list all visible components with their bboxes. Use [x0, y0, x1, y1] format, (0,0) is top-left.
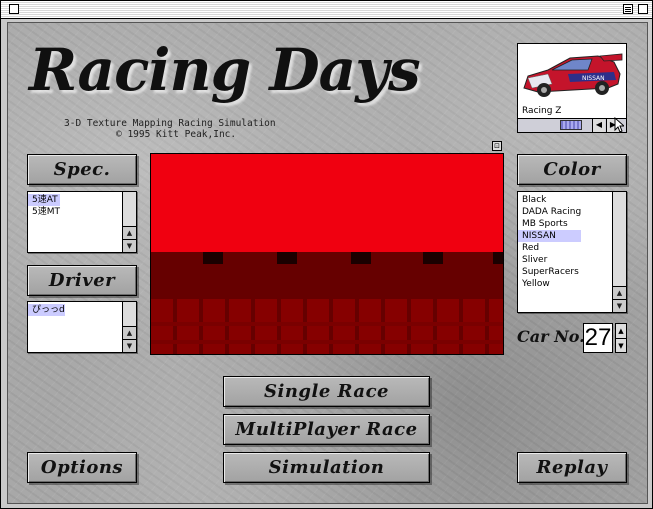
zoom-box-icon[interactable]: [623, 4, 633, 14]
list-item[interactable]: 5速MT: [28, 206, 60, 218]
spec-button[interactable]: Spec.: [27, 154, 137, 185]
title-bar[interactable]: [1, 1, 652, 19]
car-livery-text: NISSAN: [582, 75, 605, 82]
list-item[interactable]: DADA Racing: [518, 206, 581, 218]
car-name: Racing Z: [522, 106, 562, 116]
list-item[interactable]: NISSAN: [518, 230, 582, 242]
color-list-scrollbar[interactable]: ▲ ▼: [612, 192, 626, 312]
car-preview: NISSAN Racing Z ◀ ▶: [517, 43, 627, 133]
color-button[interactable]: Color: [517, 154, 627, 185]
driver-list-scrollbar[interactable]: ▲ ▼: [122, 302, 136, 352]
track-marker: [203, 252, 223, 264]
car-number-stepper[interactable]: ▲ ▼: [615, 323, 627, 353]
car-selector-thumb[interactable]: [560, 120, 582, 130]
single-race-button[interactable]: Single Race: [223, 376, 430, 407]
stepper-up-icon[interactable]: ▲: [616, 324, 626, 338]
track-line: [151, 322, 503, 326]
scroll-down-icon[interactable]: ▼: [123, 339, 136, 352]
list-item[interactable]: Sliver: [518, 254, 581, 266]
list-item[interactable]: 5速AT: [28, 194, 60, 206]
close-box-icon[interactable]: [9, 4, 19, 14]
list-item[interactable]: Yellow: [518, 278, 581, 290]
app-copyright: © 1995 Kitt Peak,Inc.: [116, 129, 237, 140]
multiplayer-race-button[interactable]: MultiPlayer Race: [223, 414, 430, 445]
car-number-label: Car No.: [517, 327, 585, 346]
list-item[interactable]: ぴっっd: [28, 304, 65, 316]
collapse-box-icon[interactable]: [638, 4, 648, 14]
resize-corner-icon[interactable]: ⊡: [492, 141, 502, 151]
color-list[interactable]: Black DADA Racing MB Sports NISSAN Red Sliver…: [517, 191, 627, 313]
track-marker: [351, 252, 371, 264]
track-preview: [150, 153, 504, 355]
stepper-down-icon[interactable]: ▼: [616, 338, 626, 353]
spec-list[interactable]: 5速AT 5速MT ▲ ▼: [27, 191, 137, 253]
scroll-left-icon[interactable]: ◀: [592, 119, 605, 132]
scroll-down-icon[interactable]: ▼: [123, 239, 136, 252]
list-item[interactable]: Red: [518, 242, 581, 254]
simulation-button[interactable]: Simulation: [223, 452, 430, 483]
driver-list[interactable]: ぴっっd ▲ ▼: [27, 301, 137, 353]
mouse-cursor-icon: [614, 117, 624, 133]
app-subtitle: 3-D Texture Mapping Racing Simulation: [64, 118, 276, 129]
replay-button[interactable]: Replay: [517, 452, 627, 483]
scroll-up-icon[interactable]: ▲: [123, 226, 136, 239]
scroll-up-icon[interactable]: ▲: [613, 286, 626, 299]
options-button[interactable]: Options: [27, 452, 137, 483]
track-marker: [277, 252, 297, 264]
track-stripes: [151, 299, 503, 354]
scroll-up-icon[interactable]: ▲: [123, 326, 136, 339]
car-selector-scrollbar[interactable]: ◀ ▶: [518, 118, 626, 132]
scroll-down-icon[interactable]: ▼: [613, 299, 626, 312]
main-window: Racing Days 3-D Texture Mapping Racing S…: [0, 0, 653, 509]
list-item[interactable]: SuperRacers: [518, 266, 581, 278]
spec-list-scrollbar[interactable]: ▲ ▼: [122, 192, 136, 252]
track-marker: [493, 252, 503, 264]
app-logo: Racing Days: [29, 36, 421, 104]
car-image: NISSAN: [523, 53, 623, 97]
track-line: [151, 340, 503, 344]
list-item[interactable]: Black: [518, 194, 581, 206]
list-item[interactable]: MB Sports: [518, 218, 581, 230]
car-number-field[interactable]: 27: [583, 323, 613, 353]
driver-button[interactable]: Driver: [27, 265, 137, 296]
track-marker: [423, 252, 443, 264]
